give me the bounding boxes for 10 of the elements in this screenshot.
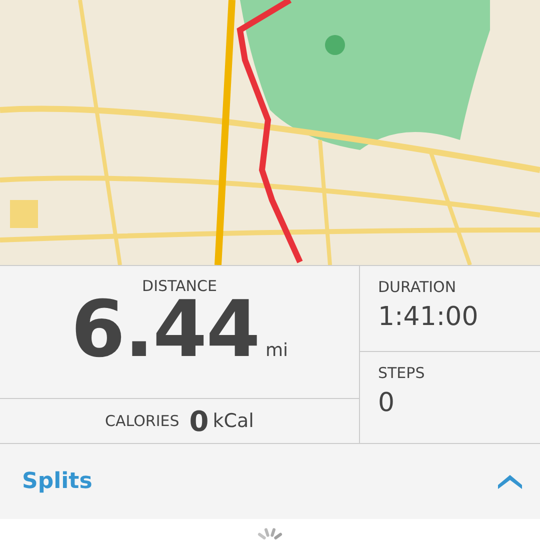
distance-unit: mi	[265, 340, 288, 361]
calories-value: 0	[189, 404, 209, 438]
splits-label[interactable]: Splits	[22, 469, 92, 494]
steps-value: 0	[378, 388, 395, 418]
duration-value: 1:41:00	[378, 302, 478, 332]
steps-label: STEPS	[378, 364, 425, 382]
caret-icon[interactable]	[498, 474, 522, 488]
duration-label: DURATION	[378, 278, 456, 296]
calories-unit: kCal	[212, 410, 254, 432]
calories-label: CALORIES	[105, 412, 180, 430]
